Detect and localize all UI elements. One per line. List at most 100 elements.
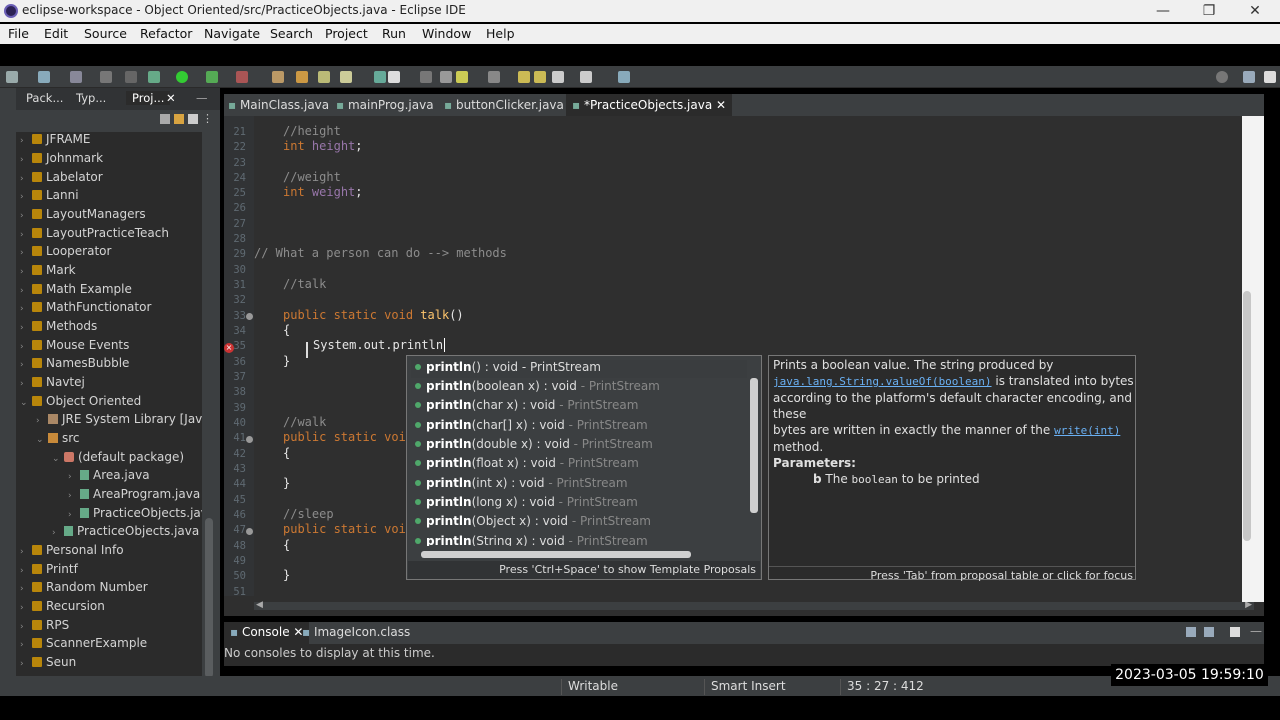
expand-arrow-icon[interactable]: › [20, 136, 32, 146]
show-whitespace-icon[interactable] [440, 71, 452, 83]
tree-item[interactable]: ⌄ (default package) [52, 450, 184, 468]
close-tab-icon[interactable]: ✕ [716, 98, 726, 112]
tree-item[interactable]: › Looperator [20, 244, 111, 262]
collapse-all-icon[interactable] [160, 114, 170, 124]
expand-arrow-icon[interactable]: › [68, 472, 80, 482]
menu-refactor[interactable]: Refactor [140, 26, 192, 41]
tree-item[interactable]: › Random Number [20, 580, 148, 598]
tree-item[interactable]: › Methods [20, 319, 97, 337]
fold-marker-icon[interactable] [246, 313, 253, 320]
tree-item[interactable]: › PracticeObjects.java [52, 524, 199, 542]
open-perspective-icon[interactable] [1243, 71, 1255, 83]
tree-item[interactable]: ⌄ Object Oriented [20, 394, 141, 412]
nav-back-icon[interactable] [552, 71, 564, 83]
expand-arrow-icon[interactable]: › [20, 566, 32, 576]
tab-type-hierarchy[interactable]: Typ... [76, 91, 106, 105]
proposal-item[interactable]: println(char x) : void - PrintStream [411, 398, 747, 416]
tree-item[interactable]: › Recursion [20, 599, 105, 617]
minimize-view-icon[interactable]: — [1250, 624, 1262, 638]
tree-item[interactable]: › Seun [20, 655, 76, 673]
expand-arrow-icon[interactable]: › [68, 510, 80, 520]
menu-project[interactable]: Project [325, 26, 368, 41]
tree-item[interactable]: › Mouse Events [20, 338, 129, 356]
annotation-icon[interactable] [456, 71, 468, 83]
print-icon[interactable] [100, 71, 112, 83]
terminal-icon[interactable] [125, 71, 137, 83]
coverage-icon[interactable] [206, 71, 218, 83]
new-java-project-icon[interactable] [272, 71, 284, 83]
javadoc-link-valueof[interactable]: java.lang.String.valueOf(boolean) [773, 375, 992, 388]
fold-marker-icon[interactable] [246, 528, 253, 535]
tab-practiceobjects[interactable]: ▪ *PracticeObjects.java ✕ [566, 94, 733, 116]
expand-arrow-icon[interactable]: › [20, 547, 32, 557]
expand-arrow-icon[interactable]: › [20, 267, 32, 277]
expand-arrow-icon[interactable]: › [20, 603, 32, 613]
tree-item[interactable]: › AreaProgram.java [68, 487, 200, 505]
proposal-item[interactable]: println() : void - PrintStream [411, 360, 747, 378]
expand-arrow-icon[interactable]: › [20, 155, 32, 165]
link-with-editor-icon[interactable] [174, 114, 184, 124]
prev-annotation-icon[interactable] [488, 71, 500, 83]
error-marker-icon[interactable]: × [224, 343, 234, 353]
collapse-arrow-icon[interactable]: ⌄ [36, 435, 48, 445]
menu-search[interactable]: Search [270, 26, 313, 41]
tree-item[interactable]: › Mark [20, 263, 76, 281]
tree-item[interactable]: › Personal Info [20, 543, 124, 561]
tree-item[interactable]: › Area.java [68, 468, 150, 486]
external-tools-icon[interactable] [236, 71, 248, 83]
expand-arrow-icon[interactable]: › [52, 528, 64, 538]
expand-arrow-icon[interactable]: › [20, 248, 32, 258]
expand-arrow-icon[interactable]: › [20, 640, 32, 650]
tab-imageicon[interactable]: ▪ ImageIcon.class [302, 625, 410, 639]
javadoc-link-write[interactable]: write(int) [1054, 424, 1120, 437]
tab-buttonclicker[interactable]: ▪ buttonClicker.java [444, 98, 564, 112]
open-type-icon[interactable] [340, 71, 352, 83]
search-icon[interactable] [374, 71, 386, 83]
save-icon[interactable] [38, 71, 50, 83]
tab-project-explorer[interactable]: Proj... [126, 91, 171, 105]
proposal-item[interactable]: println(long x) : void - PrintStream [411, 495, 747, 513]
back-icon[interactable] [518, 71, 530, 83]
debug-icon[interactable] [148, 71, 160, 83]
tree-item[interactable]: › PracticeObjects.java [68, 506, 202, 524]
proposal-item[interactable]: println(boolean x) : void - PrintStream [411, 379, 747, 397]
expand-arrow-icon[interactable]: › [36, 416, 48, 426]
save-all-icon[interactable] [70, 71, 82, 83]
collapse-arrow-icon[interactable]: ⌄ [20, 398, 32, 408]
tab-mainprog[interactable]: ▪ mainProg.java [336, 98, 434, 112]
open-console-icon[interactable] [1204, 627, 1214, 637]
editor-horizontal-scrollbar[interactable]: ◀ ▶ [254, 600, 1254, 610]
expand-arrow-icon[interactable]: › [20, 304, 32, 314]
quick-access-search-icon[interactable] [1216, 71, 1228, 83]
new-package-icon[interactable] [296, 71, 308, 83]
tree-item[interactable]: › Labelator [20, 170, 103, 188]
pin-editor-icon[interactable] [618, 71, 630, 83]
tree-item[interactable]: › MathFunctionator [20, 300, 151, 318]
tree-item[interactable]: › Lanni [20, 188, 79, 206]
editor-scroll-thumb[interactable] [1243, 291, 1251, 541]
expand-arrow-icon[interactable]: › [20, 659, 32, 669]
tree-item[interactable]: › Navtej [20, 375, 85, 393]
menu-edit[interactable]: Edit [44, 26, 68, 41]
expand-arrow-icon[interactable]: › [20, 584, 32, 594]
tree-item[interactable]: › RPS [20, 618, 69, 636]
menu-run[interactable]: Run [382, 26, 406, 41]
expand-arrow-icon[interactable]: › [20, 230, 32, 240]
menu-file[interactable]: File [8, 26, 29, 41]
tab-package-explorer[interactable]: Pack... [26, 91, 63, 105]
display-console-icon[interactable] [1186, 627, 1196, 637]
menu-window[interactable]: Window [422, 26, 471, 41]
filter-icon[interactable] [188, 114, 198, 124]
expand-arrow-icon[interactable]: › [20, 323, 32, 333]
menu-source[interactable]: Source [84, 26, 127, 41]
expand-arrow-icon[interactable]: › [20, 342, 32, 352]
expand-arrow-icon[interactable]: › [68, 491, 80, 501]
proposal-vertical-scrollbar[interactable] [750, 378, 758, 513]
tree-scrollbar[interactable] [205, 518, 213, 678]
tree-item[interactable]: › JRE System Library [JavaSE [36, 412, 202, 430]
fold-marker-icon[interactable] [246, 436, 253, 443]
close-icon[interactable]: ✕ [166, 91, 176, 105]
expand-arrow-icon[interactable]: › [20, 192, 32, 202]
expand-arrow-icon[interactable]: › [20, 286, 32, 296]
pin-console-icon[interactable] [1230, 627, 1240, 637]
